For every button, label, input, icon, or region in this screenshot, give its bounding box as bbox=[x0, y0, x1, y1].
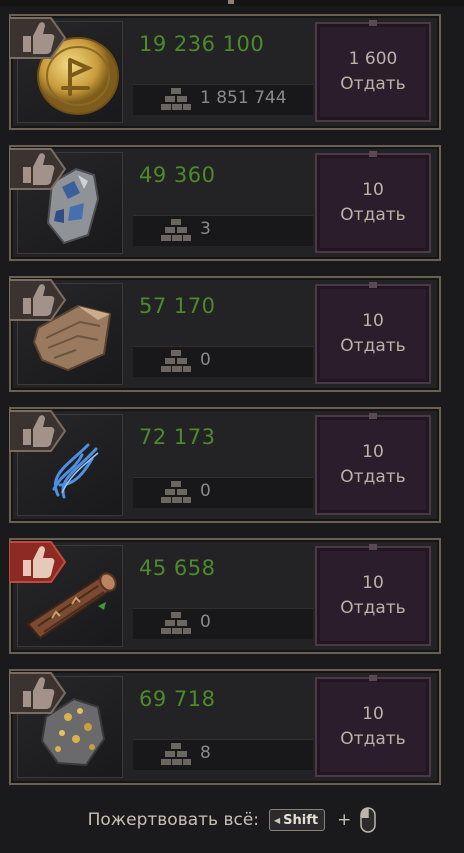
owned-stock: 0 bbox=[200, 612, 211, 632]
button-notch bbox=[369, 20, 377, 26]
shift-key-badge: ◀ Shift bbox=[269, 809, 326, 831]
ingot-stack-icon bbox=[161, 612, 191, 634]
donate-button[interactable]: 10 Отдать bbox=[315, 544, 431, 646]
stock-bar bbox=[133, 346, 313, 377]
recommend-thumb-icon[interactable] bbox=[9, 538, 67, 586]
donate-count: 10 bbox=[362, 442, 384, 462]
donation-row-silver-ore: 49 360 3 10 Отдать bbox=[9, 145, 441, 261]
donation-row-gold-ore: 69 718 8 10 Отдать bbox=[9, 669, 441, 785]
donate-button[interactable]: 10 Отдать bbox=[315, 413, 431, 515]
donation-row-blue-thread: 72 173 0 10 Отдать bbox=[9, 407, 441, 523]
ingot-stack-icon bbox=[161, 743, 191, 765]
required-amount: 72 173 bbox=[139, 425, 216, 449]
owned-stock: 8 bbox=[200, 743, 211, 763]
stock-bar bbox=[133, 608, 313, 639]
donate-count: 10 bbox=[362, 704, 384, 724]
required-amount: 19 236 100 bbox=[139, 32, 265, 56]
donate-button[interactable]: 10 Отдать bbox=[315, 282, 431, 384]
ingot-stack-icon bbox=[161, 481, 191, 503]
donate-label: Отдать bbox=[340, 729, 406, 749]
stock-bar bbox=[133, 215, 313, 246]
donate-button[interactable]: 10 Отдать bbox=[315, 675, 431, 777]
donate-count: 1 600 bbox=[348, 49, 398, 69]
stock-bar bbox=[133, 477, 313, 508]
owned-stock: 0 bbox=[200, 350, 211, 370]
plus-sign: + bbox=[337, 810, 352, 830]
donate-label: Отдать bbox=[340, 467, 406, 487]
ingot-stack-icon bbox=[161, 88, 191, 110]
donate-button[interactable]: 10 Отдать bbox=[315, 151, 431, 253]
top-notch bbox=[228, 0, 234, 4]
donate-label: Отдать bbox=[340, 205, 406, 225]
ingot-stack-icon bbox=[161, 219, 191, 241]
required-amount: 57 170 bbox=[139, 294, 216, 318]
button-notch bbox=[369, 282, 377, 288]
top-edge bbox=[0, 0, 464, 6]
required-amount: 49 360 bbox=[139, 163, 216, 187]
mouse-click-icon bbox=[360, 807, 377, 833]
button-notch bbox=[369, 675, 377, 681]
required-amount: 69 718 bbox=[139, 687, 216, 711]
button-notch bbox=[369, 151, 377, 157]
donate-all-label: Пожертвовать всё: bbox=[87, 810, 260, 830]
recommend-thumb-icon[interactable] bbox=[9, 407, 67, 455]
donate-count: 10 bbox=[362, 573, 384, 593]
ingot-stack-icon bbox=[161, 350, 191, 372]
donate-button[interactable]: 1 600 Отдать bbox=[315, 20, 431, 122]
recommend-thumb-icon[interactable] bbox=[9, 276, 67, 324]
owned-stock: 1 851 744 bbox=[200, 88, 287, 108]
donate-all-hint: Пожертвовать всё: ◀ Shift + bbox=[0, 803, 464, 837]
owned-stock: 3 bbox=[200, 219, 211, 239]
owned-stock: 0 bbox=[200, 481, 211, 501]
donation-row-wood-log: 45 658 0 10 Отдать bbox=[9, 538, 441, 654]
recommend-thumb-icon[interactable] bbox=[9, 14, 67, 62]
button-notch bbox=[369, 413, 377, 419]
shift-key-label: Shift bbox=[283, 812, 319, 828]
required-amount: 45 658 bbox=[139, 556, 216, 580]
arrow-left-icon: ◀ bbox=[274, 815, 281, 825]
recommend-thumb-icon[interactable] bbox=[9, 145, 67, 193]
donate-count: 10 bbox=[362, 311, 384, 331]
button-notch bbox=[369, 544, 377, 550]
recommend-thumb-icon[interactable] bbox=[9, 669, 67, 717]
donate-count: 10 bbox=[362, 180, 384, 200]
stock-bar bbox=[133, 739, 313, 770]
donation-row-leather: 57 170 0 10 Отдать bbox=[9, 276, 441, 392]
donate-label: Отдать bbox=[340, 598, 406, 618]
donation-row-gold-coin: 19 236 100 1 851 744 1 600 Отдать bbox=[9, 14, 441, 130]
donate-label: Отдать bbox=[340, 74, 406, 94]
donate-label: Отдать bbox=[340, 336, 406, 356]
